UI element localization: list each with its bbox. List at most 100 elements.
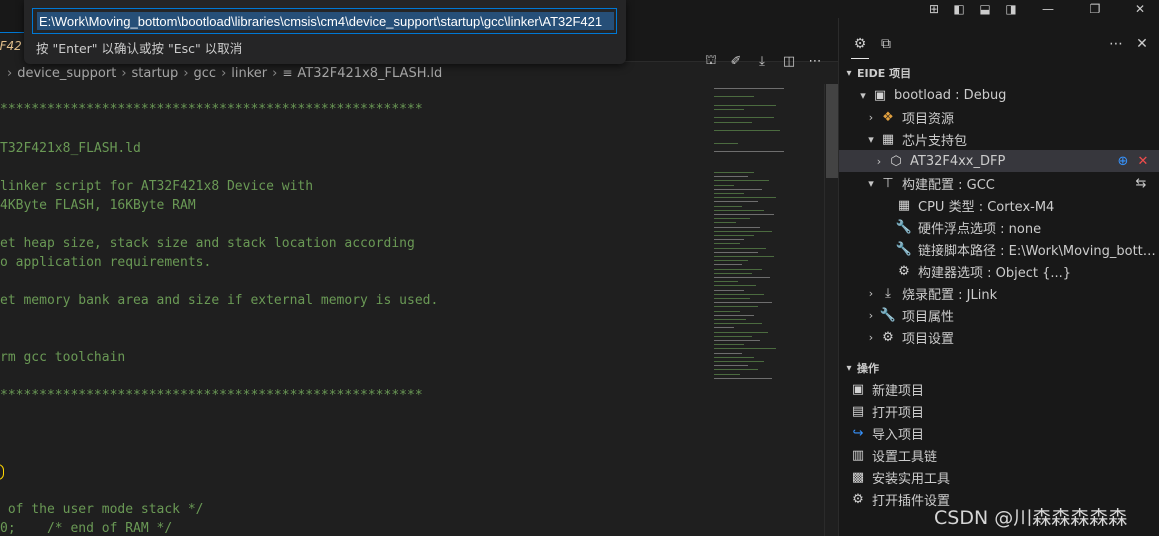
action-item[interactable]: ▩ 安装实用工具 xyxy=(839,466,1159,488)
minimap-line xyxy=(714,264,742,266)
close-panel-icon[interactable]: ✕ xyxy=(1133,35,1151,53)
minimap-line xyxy=(714,214,774,215)
tree-item[interactable]: ▦ CPU 类型 : Cortex-M4 xyxy=(839,194,1159,216)
path-input[interactable] xyxy=(32,8,617,34)
chip-icon: ▦ xyxy=(881,131,895,147)
minimap-line xyxy=(714,306,758,308)
tree-item[interactable]: ▾ ▣ bootload : Debug xyxy=(839,84,1159,106)
scrollbar-thumb[interactable] xyxy=(826,84,838,178)
more-actions-icon[interactable]: ⋯ xyxy=(1107,35,1125,53)
minimap-line xyxy=(714,142,738,144)
tree-item[interactable]: › ⤓ 烧录配置 : JLink xyxy=(839,282,1159,304)
minimap-line xyxy=(714,205,742,207)
minimap[interactable] xyxy=(712,84,822,394)
minimap-line xyxy=(714,327,734,329)
code-line: rm gcc toolchain xyxy=(0,350,126,365)
code-line: 4KByte FLASH, 16KByte RAM xyxy=(0,198,196,213)
minimap-line xyxy=(714,348,776,350)
tree-item[interactable]: 🔧 链接脚本路径 : E:\Work\Moving_bottom... xyxy=(839,238,1159,260)
tree-item[interactable]: 🔧 硬件浮点选项 : none xyxy=(839,216,1159,238)
remove-package-icon[interactable]: ✕ xyxy=(1135,153,1151,169)
breadcrumb-item[interactable]: gcc xyxy=(194,66,217,81)
restore-icon[interactable]: ❐ xyxy=(1085,1,1105,17)
tree-item[interactable]: › ⚙ 项目设置 xyxy=(839,326,1159,348)
tree-item[interactable]: › ⬡ AT32F4xx_DFP ⊕ ✕ xyxy=(839,150,1159,172)
open-project-icon: ▤ xyxy=(851,403,865,419)
add-package-icon[interactable]: ⊕ xyxy=(1115,153,1131,169)
remote-view-icon[interactable]: ⧉ xyxy=(877,35,895,53)
minimize-icon[interactable]: — xyxy=(1038,1,1058,17)
switch-toolchain-icon[interactable]: ⇆ xyxy=(1133,175,1149,191)
minimap-line xyxy=(714,201,758,203)
tree-item-label: 构建器选项 : Object {...} xyxy=(918,265,1072,281)
minimap-line xyxy=(714,243,740,245)
breadcrumb-item[interactable]: linker xyxy=(231,66,267,81)
minimap-line xyxy=(714,369,758,371)
tree-item-label: 构建配置 : GCC xyxy=(902,177,995,193)
section-actions[interactable]: ▾ 操作 xyxy=(839,358,879,378)
minimap-line xyxy=(714,268,762,270)
breadcrumb-file[interactable]: AT32F421x8_FLASH.ld xyxy=(297,66,442,81)
code-editor[interactable]: ****************************************… xyxy=(0,90,710,536)
eide-view-icon[interactable]: ⚙ xyxy=(851,35,869,53)
minimap-line xyxy=(714,230,772,232)
toggle-primary-sidebar-icon[interactable]: ◧ xyxy=(949,1,969,17)
tree-item[interactable]: ⚙ 构建器选项 : Object {...} xyxy=(839,260,1159,282)
minimap-line xyxy=(714,197,776,199)
minimap-line xyxy=(714,344,744,346)
action-item[interactable]: ↪ 导入项目 xyxy=(839,422,1159,444)
minimap-line xyxy=(714,226,760,228)
action-item-label: 安装实用工具 xyxy=(872,471,951,487)
chevron-right-icon[interactable]: › xyxy=(863,331,879,344)
plugin-settings-icon: ⚙ xyxy=(852,491,864,507)
quick-input-dialog: 按 "Enter" 以确认或按 "Esc" 以取消 xyxy=(24,0,626,64)
import-project-icon: ↪ xyxy=(852,425,864,441)
breadcrumb: › device_support › startup › gcc › linke… xyxy=(0,62,838,84)
minimap-line xyxy=(714,172,754,173)
chevron-right-icon: › xyxy=(7,65,13,81)
action-item[interactable]: ▤ 打开项目 xyxy=(839,400,1159,422)
tree-item-label: AT32F4xx_DFP xyxy=(910,153,1006,169)
code-line: ****************************************… xyxy=(0,388,423,403)
action-item[interactable]: ▥ 设置工具链 xyxy=(839,444,1159,466)
tree-item-label: 项目属性 xyxy=(902,309,955,325)
tree-item[interactable]: › ❖ 项目资源 xyxy=(839,106,1159,128)
chevron-down-icon[interactable]: ▾ xyxy=(863,177,879,190)
customize-layout-icon[interactable]: ⊞ xyxy=(924,1,944,17)
minimap-line xyxy=(714,365,748,367)
project-resource-icon: ❖ xyxy=(882,109,894,125)
bracket-highlight xyxy=(0,464,4,480)
chevron-right-icon[interactable]: › xyxy=(863,309,879,322)
tree-item[interactable]: › 🔧 项目属性 xyxy=(839,304,1159,326)
minimap-line xyxy=(714,176,748,178)
section-eide-projects[interactable]: ▾ EIDE 项目 xyxy=(839,63,911,83)
chevron-right-icon: › xyxy=(272,65,278,81)
build-config-icon: ⊤ xyxy=(882,175,894,191)
breadcrumb-item[interactable]: device_support xyxy=(17,66,116,81)
vertical-scrollbar[interactable] xyxy=(824,84,838,536)
chevron-down-icon[interactable]: ▾ xyxy=(863,133,879,146)
code-line: ****************************************… xyxy=(0,102,423,117)
code-line: of the user mode stack */ xyxy=(0,502,204,517)
tree-item[interactable]: ▾ ⊤ 构建配置 : GCC ⇆ xyxy=(839,172,1159,194)
tree-item[interactable]: ▾ ▦ 芯片支持包 xyxy=(839,128,1159,150)
toggle-panel-icon[interactable]: ⬓ xyxy=(975,1,995,17)
breadcrumb-item[interactable]: startup xyxy=(132,66,179,81)
close-window-icon[interactable]: ✕ xyxy=(1130,1,1150,17)
minimap-line xyxy=(714,319,746,320)
chevron-right-icon[interactable]: › xyxy=(863,287,879,300)
minimap-line xyxy=(714,151,784,152)
minimap-line xyxy=(714,184,734,186)
tree-item-label: 烧录配置 : JLink xyxy=(902,287,998,303)
minimap-line xyxy=(714,239,744,241)
minimap-line xyxy=(714,104,776,106)
watermark: CSDN @川森森森森森 xyxy=(934,507,1128,529)
chevron-right-icon[interactable]: › xyxy=(863,111,879,124)
minimap-line xyxy=(714,247,766,249)
toggle-secondary-sidebar-icon[interactable]: ◨ xyxy=(1001,1,1021,17)
chevron-down-icon[interactable]: ▾ xyxy=(855,89,871,102)
chevron-right-icon: › xyxy=(121,65,127,81)
tree-item-label: 芯片支持包 xyxy=(902,133,968,149)
action-item[interactable]: ▣ 新建项目 xyxy=(839,378,1159,400)
chevron-right-icon[interactable]: › xyxy=(871,155,887,168)
